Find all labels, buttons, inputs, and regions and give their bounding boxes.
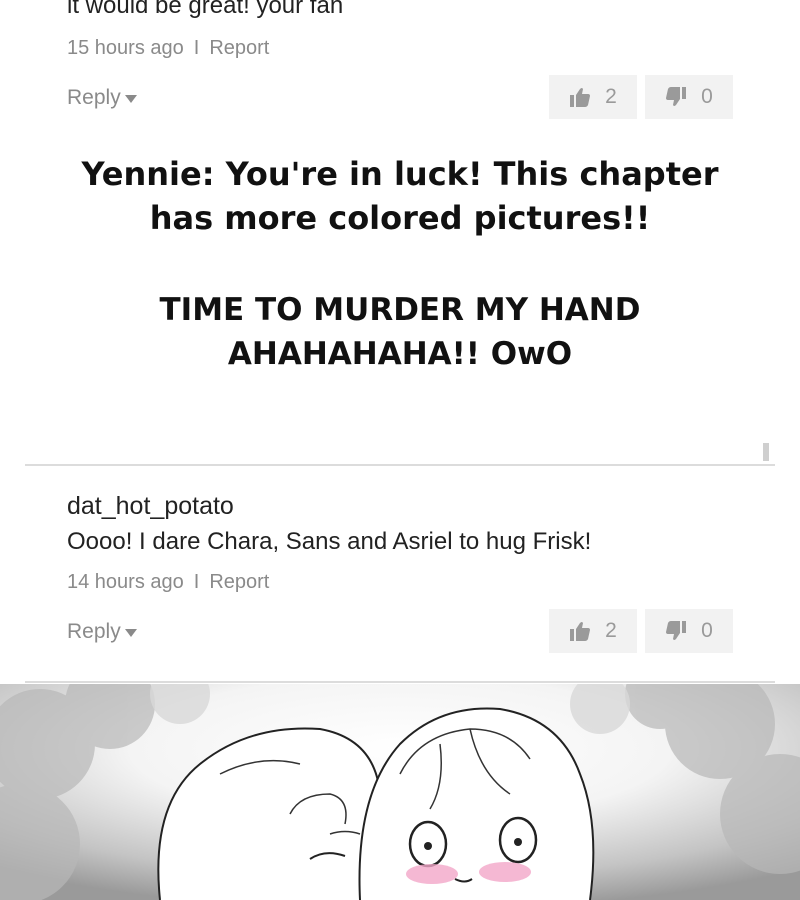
divider	[25, 681, 775, 683]
reply-button[interactable]: Reply	[67, 86, 137, 110]
author-note-line: AHAHAHAHA!! OwO	[227, 336, 573, 372]
comment-meta: 15 hours ago I Report	[67, 37, 269, 60]
comment-text: it would be great! your fan	[67, 0, 344, 19]
thumbs-down-icon	[666, 87, 687, 106]
comment-username[interactable]: dat_hot_potato	[67, 492, 234, 521]
caret-down-icon	[124, 629, 137, 637]
divider	[25, 464, 775, 466]
like-count: 2	[605, 619, 617, 642]
dislike-count: 0	[701, 85, 713, 108]
dislike-count: 0	[701, 619, 713, 642]
scrollbar-thumb[interactable]	[763, 443, 769, 461]
sketch-artwork	[0, 684, 800, 900]
caret-down-icon	[124, 95, 137, 103]
comment-meta: 14 hours ago I Report	[67, 571, 269, 594]
dislike-button[interactable]: 0	[645, 609, 733, 653]
comment-timestamp: 15 hours ago	[67, 37, 184, 59]
reply-button[interactable]: Reply	[67, 620, 137, 644]
meta-separator: I	[193, 571, 200, 593]
reply-label: Reply	[67, 620, 121, 643]
comment-text: Oooo! I dare Chara, Sans and Asriel to h…	[67, 528, 592, 555]
like-button[interactable]: 2	[549, 609, 637, 653]
like-count: 2	[605, 85, 617, 108]
like-button[interactable]: 2	[549, 75, 637, 119]
author-note-line: Yennie: You're in luck! This chapter	[81, 155, 719, 193]
reply-label: Reply	[67, 86, 121, 109]
thumbs-up-icon	[570, 88, 591, 107]
report-link[interactable]: Report	[209, 37, 269, 59]
author-note-line: TIME TO MURDER MY HAND	[159, 292, 641, 328]
comment-timestamp: 14 hours ago	[67, 571, 184, 593]
meta-separator: I	[193, 37, 200, 59]
thumbs-up-icon	[570, 622, 591, 641]
author-note-line: has more colored pictures!!	[149, 199, 651, 237]
comic-illustration	[0, 684, 800, 900]
report-link[interactable]: Report	[209, 571, 269, 593]
dislike-button[interactable]: 0	[645, 75, 733, 119]
thumbs-down-icon	[666, 621, 687, 640]
author-note: Yennie: You're in luck! This chapter has…	[0, 152, 800, 376]
